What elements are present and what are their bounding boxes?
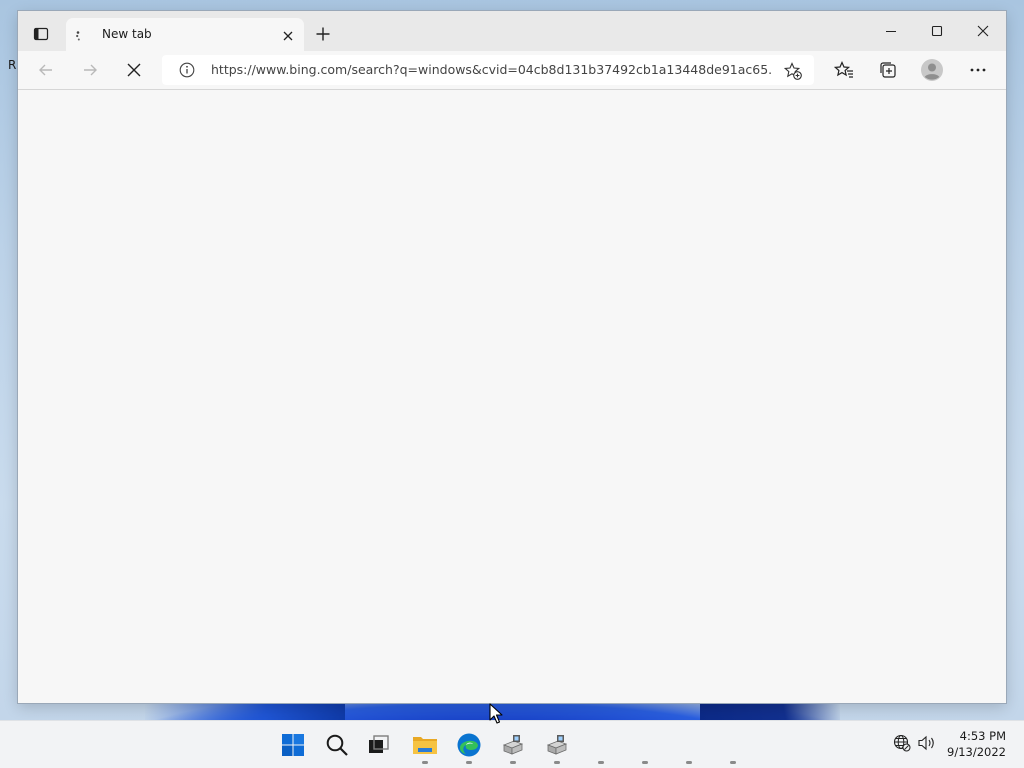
favorites-button[interactable] — [830, 56, 858, 84]
address-bar[interactable]: https://www.bing.com/search?q=windows&cv… — [162, 55, 814, 85]
profile-button[interactable] — [918, 56, 946, 84]
collections-button[interactable] — [874, 56, 902, 84]
running-indicator — [642, 761, 648, 764]
favorites-icon — [834, 61, 853, 78]
tab-title: New tab — [102, 27, 152, 41]
forward-arrow-icon — [84, 64, 97, 76]
browser-window: New tab https://www.bing.com/search?q=wi… — [18, 11, 1006, 703]
windows-start-icon[interactable] — [277, 729, 309, 761]
back-button[interactable] — [32, 56, 60, 84]
running-indicator — [598, 761, 604, 764]
minimize-icon — [886, 31, 896, 32]
taskbar — [0, 720, 1024, 768]
search-icon[interactable] — [321, 729, 353, 761]
loading-spinner-icon — [74, 28, 88, 42]
stop-loading-button[interactable] — [120, 56, 148, 84]
network-globe-icon[interactable] — [893, 734, 911, 752]
site-info-icon[interactable] — [178, 61, 196, 79]
running-indicator — [422, 761, 428, 764]
close-icon — [977, 25, 989, 37]
running-indicator — [730, 761, 736, 764]
tab-actions-icon[interactable] — [26, 19, 56, 49]
minimize-button[interactable] — [876, 17, 906, 45]
running-indicator — [686, 761, 692, 764]
clock-date: 9/13/2022 — [947, 745, 1006, 759]
more-menu-button[interactable] — [964, 56, 992, 84]
app-icon[interactable] — [497, 729, 529, 761]
tab-close-icon[interactable] — [278, 26, 298, 46]
file-explorer-icon[interactable] — [409, 729, 441, 761]
maximize-icon — [931, 25, 943, 37]
more-menu-icon — [970, 68, 986, 72]
maximize-button[interactable] — [922, 17, 952, 45]
clock-time: 4:53 PM — [959, 729, 1006, 743]
profile-icon — [921, 59, 943, 81]
running-indicator — [510, 761, 516, 764]
app-icon[interactable] — [541, 729, 573, 761]
mouse-cursor-icon — [489, 703, 503, 724]
running-indicator — [466, 761, 472, 764]
stop-loading-icon — [127, 63, 141, 77]
browser-toolbar: https://www.bing.com/search?q=windows&cv… — [18, 51, 1006, 90]
new-tab-button[interactable] — [310, 21, 336, 47]
desktop-edge-letter: R — [8, 58, 17, 72]
plus-icon — [316, 27, 330, 41]
wallpaper-bloom-right — [700, 702, 840, 720]
system-clock[interactable]: 4:53 PM 9/13/2022 — [944, 728, 1006, 760]
add-favorite-icon[interactable] — [782, 60, 804, 82]
back-arrow-icon — [39, 64, 52, 76]
page-content-area[interactable] — [18, 90, 1006, 703]
edge-icon[interactable] — [453, 729, 485, 761]
tab-new-tab[interactable]: New tab — [66, 18, 304, 51]
running-indicator — [554, 761, 560, 764]
browser-titlebar: New tab — [18, 11, 1006, 51]
volume-icon[interactable] — [917, 734, 937, 752]
wallpaper-bloom-left — [145, 702, 345, 720]
close-window-button[interactable] — [968, 17, 998, 45]
collections-icon — [880, 62, 896, 78]
url-text[interactable]: https://www.bing.com/search?q=windows&cv… — [211, 62, 771, 77]
task-view-icon[interactable] — [362, 729, 394, 761]
forward-button[interactable] — [76, 56, 104, 84]
